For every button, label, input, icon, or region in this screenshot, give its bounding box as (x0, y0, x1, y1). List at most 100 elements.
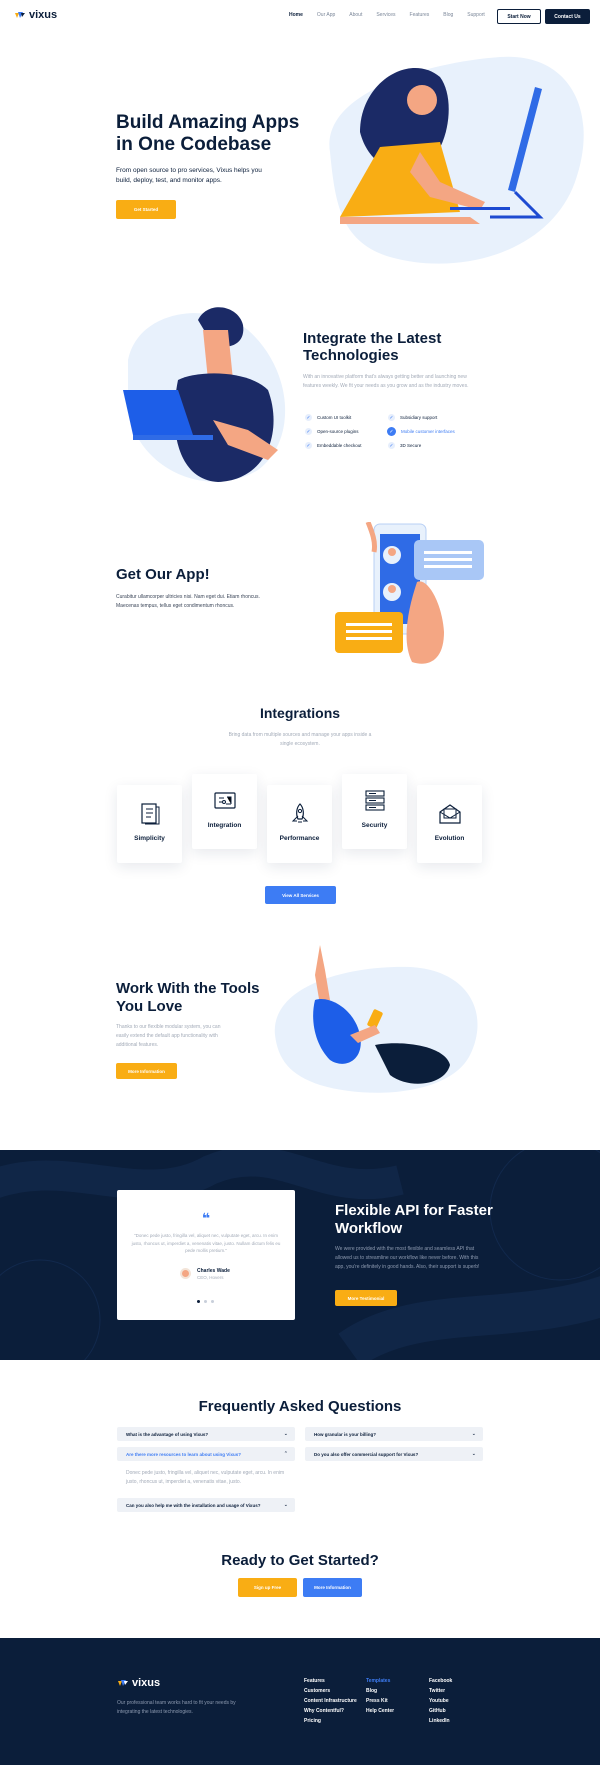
api-section (0, 1150, 600, 1360)
footer-link[interactable]: Help Center (366, 1706, 394, 1716)
faq-item[interactable]: How granular is your billing? ⌄ (305, 1427, 483, 1441)
testimonial-quote: "Donec pede justo, fringilla vel, alique… (131, 1233, 281, 1253)
start-now-button[interactable]: Start Now (497, 9, 541, 24)
footer-col-resources: Templates Blog Press Kit Help Center (366, 1676, 394, 1716)
footer-link[interactable]: Blog (366, 1686, 394, 1696)
brand-logo[interactable]: vixus (14, 9, 57, 21)
check-icon: ✓ (305, 414, 312, 421)
circuit-icon (213, 792, 236, 809)
footer-col-product: Features Customers Content Infrastructur… (304, 1676, 357, 1726)
app-illustration (335, 522, 484, 664)
check-icon: ✓ (388, 442, 395, 449)
tools-title: Work With the Tools You Love (116, 980, 260, 1015)
integrate-title: Integrate the Latest Technologies (303, 330, 442, 364)
check-icon: ✓ (305, 428, 312, 435)
nav-services[interactable]: Services (376, 12, 395, 18)
nav-home[interactable]: Home (289, 12, 303, 18)
footer-col-social: Facebook Twitter Youtube GitHub LinkedIn (429, 1676, 452, 1726)
top-nav: vixus Home Our App About Services Featur… (0, 0, 600, 32)
view-all-services-button[interactable]: View All Services (265, 886, 336, 904)
carousel-dots (197, 1300, 214, 1303)
tools-illustration (274, 945, 478, 1093)
logo-icon (15, 12, 25, 18)
faq-item-open[interactable]: Are there more resources to learn about … (117, 1447, 295, 1461)
check-icon: ✓ (305, 442, 312, 449)
feature-item: ✓ Custom UI toolkit (305, 414, 352, 421)
footer: vixus Our professional team works hard t… (0, 1638, 600, 1765)
nav-blog[interactable]: Blog (443, 12, 453, 18)
background-pattern (0, 1150, 600, 1360)
card-label: Evolution (434, 835, 465, 842)
feature-item-active[interactable]: ✓ Mobile customer interfaces (387, 427, 455, 436)
nav-links: Home Our App About Services Features Blo… (289, 12, 499, 18)
chevron-down-icon: ⌄ (283, 1431, 288, 1437)
mail-icon (438, 804, 461, 824)
card-integration[interactable]: Integration (192, 774, 257, 849)
carousel-dot-active[interactable] (197, 1300, 200, 1303)
footer-link-active[interactable]: Templates (366, 1676, 394, 1686)
footer-link[interactable]: Facebook (429, 1676, 452, 1686)
faq-item[interactable]: Do you also offer commercial support for… (305, 1447, 483, 1461)
hero-illustration (329, 56, 584, 264)
sign-up-button[interactable]: Sign up Free (238, 1578, 297, 1597)
footer-link[interactable]: Youtube (429, 1696, 452, 1706)
more-information-button-blue[interactable]: More Information (303, 1578, 362, 1597)
carousel-dot[interactable] (204, 1300, 207, 1303)
footer-link[interactable]: Why Contentful? (304, 1706, 357, 1716)
api-description: We were provided with the most flexible … (335, 1246, 480, 1270)
more-information-button[interactable]: More Information (116, 1063, 177, 1079)
book-icon (140, 803, 159, 825)
chevron-up-icon: ⌃ (283, 1451, 288, 1457)
testimonial-card: ❝ "Donec pede justo, fringilla vel, aliq… (117, 1190, 295, 1320)
more-testimonial-button[interactable]: More Testimonial (335, 1290, 397, 1306)
tools-description: Thanks to our flexible modular system, y… (116, 1024, 221, 1048)
avatar (180, 1268, 191, 1279)
footer-link[interactable]: Twitter (429, 1686, 452, 1696)
nav-about[interactable]: About (349, 12, 362, 18)
footer-link[interactable]: Press Kit (366, 1696, 394, 1706)
get-started-button[interactable]: Get Started (116, 200, 176, 219)
quote-icon: ❝ (201, 1210, 211, 1226)
integrate-illustration (123, 307, 286, 482)
card-label: Security (361, 822, 388, 829)
nav-our-app[interactable]: Our App (317, 12, 335, 18)
nav-features[interactable]: Features (410, 12, 430, 18)
chevron-down-icon: ⌄ (471, 1431, 476, 1437)
card-simplicity[interactable]: Simplicity (117, 785, 182, 863)
chevron-down-icon: ⌄ (471, 1451, 476, 1457)
card-performance[interactable]: Performance (267, 785, 332, 863)
footer-description: Our professional team works hard to fit … (117, 1700, 236, 1715)
app-title: Get Our App! (116, 566, 210, 583)
faq-answer: Donec pede justo, fringilla vel, aliquet… (126, 1470, 285, 1485)
nav-support[interactable]: Support (467, 12, 485, 18)
footer-link[interactable]: Customers (304, 1686, 357, 1696)
faq-item[interactable]: Can you also help me with the installati… (117, 1498, 295, 1512)
card-label: Integration (207, 822, 242, 829)
server-icon (364, 790, 385, 811)
footer-brand[interactable]: vixus (117, 1677, 160, 1689)
faq-item[interactable]: What is the advantage of using Vixus? ⌄ (117, 1427, 295, 1441)
contact-button[interactable]: Contact Us (545, 9, 590, 24)
faq-title: Frequently Asked Questions (198, 1398, 402, 1415)
hero-description: From open source to pro services, Vixus … (116, 167, 262, 184)
card-security[interactable]: Security (342, 774, 407, 849)
footer-link[interactable]: Pricing (304, 1716, 357, 1726)
card-label: Simplicity (134, 835, 165, 842)
brand-name: vixus (29, 9, 58, 21)
card-evolution[interactable]: Evolution (417, 785, 482, 863)
integrations-title: Integrations (259, 705, 341, 721)
footer-link[interactable]: GitHub (429, 1706, 452, 1716)
feature-item: ✓ 3D Secure (388, 442, 422, 449)
chevron-down-icon: ⌄ (283, 1502, 288, 1508)
app-description: Curabitur ullamcorper ultricies nisi. Na… (116, 594, 260, 609)
footer-link[interactable]: Content Infrastructure (304, 1696, 357, 1706)
hero-title: Build Amazing Apps in One Codebase (116, 112, 300, 155)
rocket-icon (291, 803, 308, 823)
ready-title: Ready to Get Started? (221, 1552, 379, 1569)
footer-link[interactable]: LinkedIn (429, 1716, 452, 1726)
check-icon: ✓ (387, 427, 396, 436)
footer-link[interactable]: Features (304, 1676, 357, 1686)
integrations-description: Bring data from multiple sources and man… (228, 732, 372, 747)
check-icon: ✓ (388, 414, 395, 421)
carousel-dot[interactable] (211, 1300, 214, 1303)
